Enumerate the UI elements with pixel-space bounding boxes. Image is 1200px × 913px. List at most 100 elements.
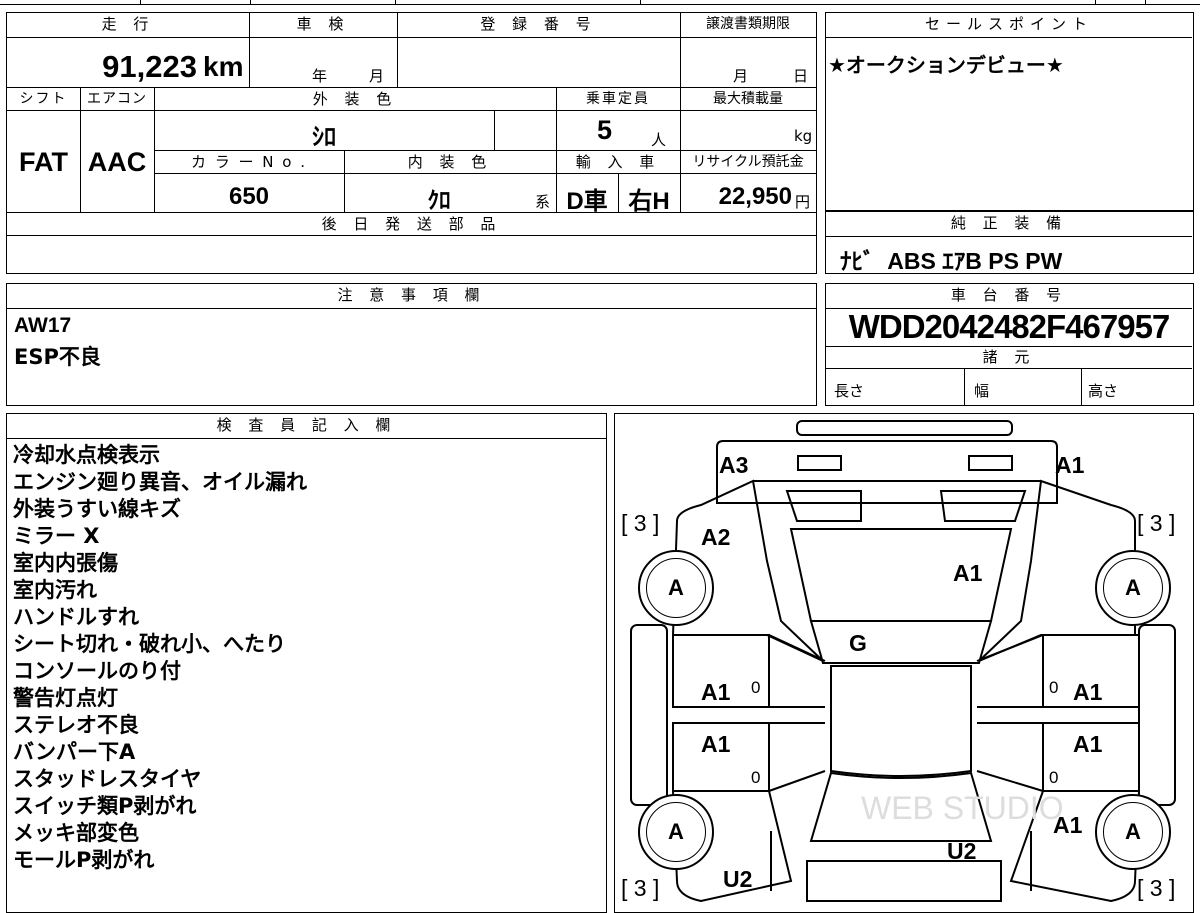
transfer-deadline-label: 譲渡書類期限	[706, 16, 790, 32]
notes-box: 注 意 事 項 欄 AW17 ESP不良	[6, 283, 817, 406]
inspection-label: 車 検	[296, 15, 350, 33]
shift-value: FAT	[19, 147, 68, 177]
color-no-label: カ ラ ー N o .	[190, 153, 307, 171]
sales-point-text: ★オークションデビュー★	[828, 53, 1064, 77]
width-label: 幅	[974, 382, 990, 400]
inspector-note-line: ミラー X	[13, 524, 100, 548]
inspector-note-line: 冷却水点検表示	[13, 443, 160, 467]
recycle-fee-value: 22,950	[718, 183, 792, 210]
specs-label: 諸 元	[982, 348, 1036, 366]
interior-color-label: 内 装 色	[407, 153, 493, 171]
code-front-right-door: A1	[1073, 679, 1103, 705]
sales-point-label: セールスポイント	[924, 15, 1093, 33]
tread-front-right: [ 3 ]	[1137, 510, 1176, 536]
inspector-note-line: メッキ部変色	[13, 821, 139, 845]
tire-rear-left-grade: A	[646, 802, 706, 862]
recycle-fee-unit: 円	[795, 193, 811, 211]
diagram-watermark: WEB STUDIO	[861, 790, 1064, 826]
tire-rear-right-grade: A	[1103, 802, 1163, 862]
interior-color-suffix: 系	[535, 193, 551, 211]
color-no-value: 650	[228, 183, 270, 210]
tire-rear-right: A	[1095, 794, 1171, 870]
code-roof-rear: U2	[947, 838, 977, 864]
zero-mark-front-left: 0	[751, 678, 761, 697]
vehicle-info-form: 走 行 車 検 登 録 番 号 譲渡書類期限 91,223 km 年 月 月 日…	[6, 12, 817, 274]
deadline-day-unit: 日	[793, 67, 809, 85]
inspector-note-line: ハンドルすれ	[13, 605, 139, 629]
code-rear-left: U2	[723, 866, 753, 892]
inspector-note-line: エンジン廻り異音、オイル漏れ	[13, 470, 307, 494]
tread-front-left: [ 3 ]	[621, 510, 660, 536]
top-edge-fragment	[0, 0, 1200, 6]
inspector-notes-list: 冷却水点検表示エンジン廻り異音、オイル漏れ 外装うすい線キズ ミラー X 室内内張傷室…	[13, 442, 307, 874]
inspector-note-line: コンソールのり付	[13, 659, 181, 683]
notes-line-1: AW17	[14, 314, 72, 337]
damage-diagram-box: WEB STUDIO A A A A [ 3 ] [ 3 ] [ 3 ] [ 3…	[614, 413, 1194, 913]
chassis-label: 車 台 番 号	[950, 286, 1068, 304]
code-hood-left: A2	[701, 524, 731, 550]
inspector-notes-box: 検 査 員 記 入 欄 冷却水点検表示エンジン廻り異音、オイル漏れ 外装うすい線キ…	[6, 413, 607, 913]
aircon-label: エアコン	[87, 91, 147, 107]
capacity-unit: 人	[651, 131, 667, 149]
zero-mark-rear-right: 0	[1049, 768, 1059, 787]
tire-front-right-grade: A	[1103, 558, 1163, 618]
max-load-unit: kg	[794, 127, 813, 145]
later-parts-label: 後 日 発 送 部 品	[321, 215, 502, 233]
inspector-note-line: 室内汚れ	[13, 578, 97, 602]
length-label: 長さ	[834, 382, 865, 400]
max-load-label: 最大積載量	[713, 91, 783, 107]
inspector-note-line: 室内内張傷	[13, 551, 118, 575]
inspector-note-line: 警告灯点灯	[13, 686, 118, 710]
inspector-notes-label: 検 査 員 記 入 欄	[216, 416, 397, 434]
chassis-box: 車 台 番 号 WDD2042482F467957 諸 元 長さ 幅 高さ	[825, 283, 1194, 406]
inspector-note-line: シート切れ・破れ小、へたり	[13, 632, 286, 656]
code-front-right-corner: A1	[1055, 452, 1085, 478]
tire-front-left: A	[638, 550, 714, 626]
shift-label: シフト	[19, 91, 68, 107]
inspection-month-unit: 月	[369, 67, 385, 85]
deadline-month-unit: 月	[733, 67, 749, 85]
genuine-equipment-label: 純 正 装 備	[950, 214, 1068, 232]
notes-label: 注 意 事 項 欄	[337, 286, 486, 304]
inspector-note-line: 外装うすい線キズ	[13, 497, 181, 521]
exterior-color-label: 外 装 色	[312, 90, 398, 108]
tread-rear-left: [ 3 ]	[621, 875, 660, 901]
inspector-note-line: バンパー下A	[13, 740, 136, 764]
inspection-year-unit: 年	[312, 67, 328, 85]
code-rear-left-door: A1	[701, 731, 731, 757]
import-type-value: D車	[566, 188, 608, 215]
tire-front-right: A	[1095, 550, 1171, 626]
tread-rear-right: [ 3 ]	[1137, 875, 1176, 901]
exterior-color-value: ｼﾛ	[312, 124, 336, 151]
mileage-value: 91,223	[102, 49, 197, 84]
mileage-label: 走 行	[101, 15, 155, 33]
chassis-number: WDD2042482F467957	[848, 308, 1171, 345]
code-windshield: G	[849, 630, 867, 656]
zero-mark-rear-left: 0	[751, 768, 761, 787]
genuine-equipment-box: 純 正 装 備 ﾅﾋﾞ ABS ｴｱB PS PW	[825, 211, 1194, 274]
registration-label: 登 録 番 号	[480, 15, 597, 33]
recycle-label: リサイクル預託金	[692, 154, 804, 170]
import-label: 輸 入 車	[575, 153, 661, 171]
mileage-unit: km	[203, 51, 244, 82]
interior-color-value: ｸﾛ	[427, 187, 451, 213]
inspector-note-line: スイッチ類P剥がれ	[13, 794, 197, 818]
inspector-note-line: モールP剥がれ	[13, 848, 155, 872]
genuine-equipment-text: ﾅﾋﾞ ABS ｴｱB PS PW	[840, 248, 1063, 274]
tire-rear-left: A	[638, 794, 714, 870]
code-rear-right-door: A1	[1073, 731, 1103, 757]
code-front-left-corner: A3	[719, 452, 749, 478]
steering-value: 右H	[628, 188, 670, 215]
aircon-value: AAC	[87, 147, 147, 177]
sales-point-box: セールスポイント ★オークションデビュー★	[825, 12, 1194, 211]
zero-mark-front-right: 0	[1049, 678, 1059, 697]
capacity-label: 乗車定員	[586, 91, 650, 107]
code-rear-right-fender: A1	[1053, 812, 1083, 838]
tire-front-left-grade: A	[646, 558, 706, 618]
capacity-value: 5	[597, 115, 613, 145]
inspector-note-line: スタッドレスタイヤ	[13, 767, 202, 791]
inspector-note-line: ステレオ不良	[13, 713, 139, 737]
code-front-left-door: A1	[701, 679, 731, 705]
height-label: 高さ	[1088, 382, 1119, 400]
code-hood: A1	[953, 560, 983, 586]
